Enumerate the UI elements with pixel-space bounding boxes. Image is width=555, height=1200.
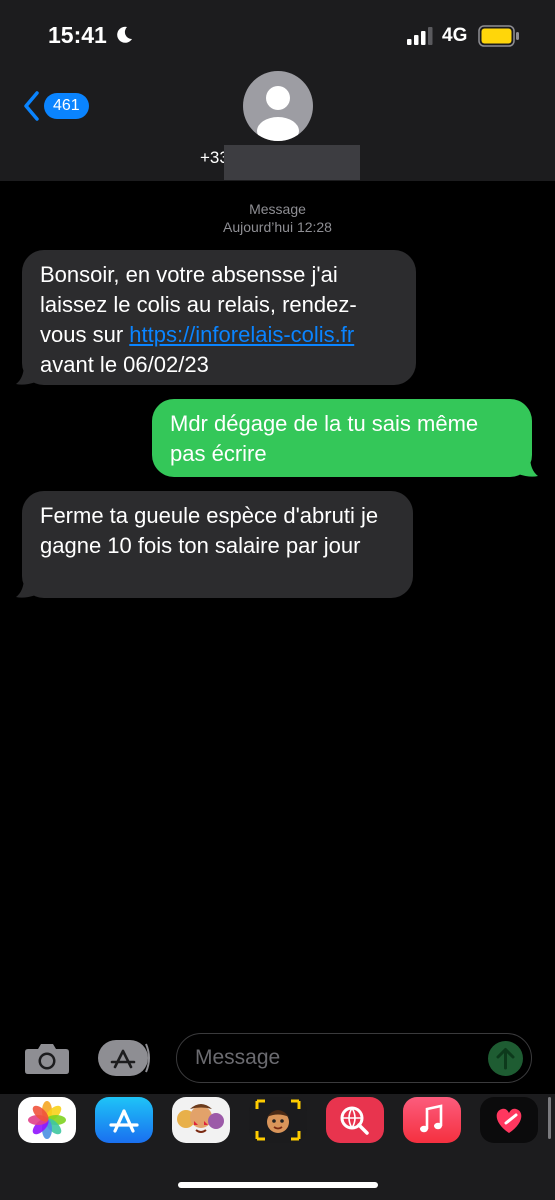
battery-icon [478, 25, 519, 47]
home-indicator[interactable] [178, 1182, 378, 1188]
status-time: 15:41 [48, 22, 107, 48]
app-store-icon[interactable] [95, 1097, 153, 1143]
message-input[interactable]: Message [176, 1033, 532, 1083]
contact-avatar[interactable] [243, 71, 313, 141]
incoming-message[interactable]: Ferme ta gueule espèce d'abruti je gagne… [22, 491, 413, 598]
outgoing-message[interactable]: Mdr dégage de la tu sais même pas écrire [152, 399, 532, 477]
memoji-stickers-icon[interactable] [172, 1097, 230, 1143]
back-button[interactable]: 461 [22, 89, 92, 123]
apps-button[interactable] [98, 1040, 152, 1076]
memoji-icon[interactable] [249, 1097, 307, 1143]
music-icon[interactable] [403, 1097, 461, 1143]
drawer-scroll-indicator [548, 1097, 551, 1139]
web-search-icon[interactable] [326, 1097, 384, 1143]
arrow-up-icon [496, 1048, 515, 1070]
digital-touch-icon[interactable] [480, 1097, 538, 1143]
conversation-header: 15:41 4G 461 +33 [0, 0, 555, 181]
sender-label: Message [249, 201, 306, 217]
unread-count-badge: 461 [44, 93, 89, 119]
signal-icon [407, 27, 433, 45]
photos-icon[interactable] [18, 1097, 76, 1143]
message-text: Mdr dégage de la tu sais même pas écrire [170, 411, 479, 466]
message-timestamp: Aujourd’hui 12:28 [223, 219, 332, 235]
redacted-phone-number [224, 145, 360, 180]
message-placeholder: Message [195, 1046, 281, 1069]
send-button[interactable] [488, 1041, 523, 1076]
incoming-message[interactable]: Bonsoir, en votre absensse j'ai laissez … [22, 250, 416, 385]
message-text: Ferme ta gueule espèce d'abruti je gagne… [40, 503, 379, 558]
network-type: 4G [442, 25, 468, 46]
status-bar: 15:41 4G [0, 0, 555, 70]
chevron-left-icon [24, 91, 39, 121]
message-link[interactable]: https://inforelais-colis.fr [129, 322, 354, 347]
person-icon [257, 86, 299, 141]
moon-icon [117, 26, 132, 43]
camera-icon[interactable] [24, 1041, 70, 1075]
message-text: avant le 06/02/23 [40, 352, 209, 377]
